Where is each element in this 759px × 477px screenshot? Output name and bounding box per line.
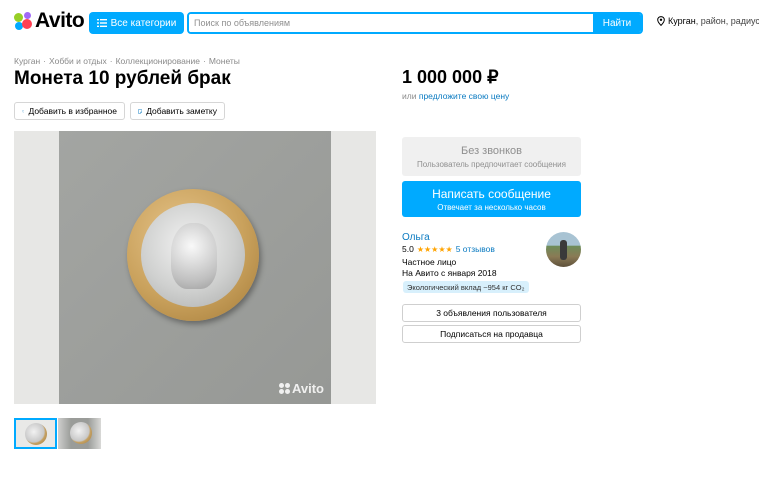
add-note-label: Добавить заметку: [146, 106, 217, 116]
offer-prefix: или: [402, 91, 417, 101]
main-photo[interactable]: Avito: [14, 131, 376, 404]
subscribe-seller-button[interactable]: Подписаться на продавца: [402, 325, 581, 343]
note-icon: [138, 108, 143, 114]
search-input[interactable]: [189, 14, 593, 32]
breadcrumb-item[interactable]: Курган: [14, 56, 40, 66]
breadcrumb-item[interactable]: Коллекционирование: [116, 56, 200, 66]
no-calls-title: Без звонков: [460, 144, 523, 157]
add-to-favorites-button[interactable]: Добавить в избранное: [14, 102, 125, 120]
seller-since: На Авито с января 2018: [402, 268, 497, 278]
photo-thumbnail-1[interactable]: [14, 418, 57, 449]
breadcrumb: Курган · Хобби и отдых · Коллекционировани…: [14, 56, 240, 66]
eco-contribution-badge[interactable]: Экологический вклад ~954 кг CO₂: [403, 281, 529, 293]
categories-menu-icon: [96, 19, 107, 27]
write-message-button[interactable]: Написать сообщение Отвечает за несколько…: [402, 181, 581, 217]
location-city: Курган: [668, 16, 696, 26]
no-calls-notice: Без звонков Пользователь предпочитает со…: [402, 137, 581, 176]
seller-type: Частное лицо: [402, 257, 457, 267]
seller-ads-button[interactable]: 3 объявления пользователя: [402, 304, 581, 322]
price: 1 000 000 ₽: [402, 67, 499, 87]
coin-image: [127, 189, 259, 321]
breadcrumb-item[interactable]: Монеты: [209, 56, 240, 66]
price-offer: или предложите свою цену: [402, 91, 509, 101]
search-button[interactable]: Найти: [593, 14, 641, 32]
heart-icon: [22, 109, 25, 113]
all-categories-label: Все категории: [110, 17, 177, 29]
page-title: Монета 10 рублей брак: [14, 68, 231, 89]
add-note-button[interactable]: Добавить заметку: [130, 102, 225, 120]
location-selector[interactable]: Курган, район, радиус: [657, 16, 759, 26]
breadcrumb-item[interactable]: Хобби и отдых: [49, 56, 107, 66]
logo-text: Avito: [35, 9, 85, 32]
no-calls-subtitle: Пользователь предпочитает сообщения: [417, 159, 566, 169]
avito-logo[interactable]: Avito: [14, 9, 85, 32]
location-pin-icon: [657, 16, 665, 26]
avatar[interactable]: [546, 232, 581, 267]
rating-value: 5.0: [402, 244, 414, 254]
logo-dots-icon: [14, 12, 32, 30]
response-time: Отвечает за несколько часов: [437, 202, 546, 212]
location-suffix: , район, радиус: [695, 16, 759, 26]
watermark-logo-icon: [278, 383, 290, 394]
rating-stars-icon: ★★★★★: [416, 244, 453, 254]
search-bar: Найти: [187, 12, 643, 34]
add-to-favorites-label: Добавить в избранное: [28, 106, 117, 116]
write-message-label: Написать сообщение: [432, 186, 551, 201]
seller-rating: 5.0 ★★★★★ 5 отзывов: [402, 244, 495, 254]
photo-watermark: Avito: [278, 381, 324, 396]
offer-price-link[interactable]: предложите свою цену: [419, 91, 509, 101]
seller-name-link[interactable]: Ольга: [402, 232, 430, 243]
reviews-link[interactable]: 5 отзывов: [456, 244, 495, 254]
all-categories-button[interactable]: Все категории: [89, 12, 184, 34]
photo-thumbnail-2[interactable]: [58, 418, 101, 449]
